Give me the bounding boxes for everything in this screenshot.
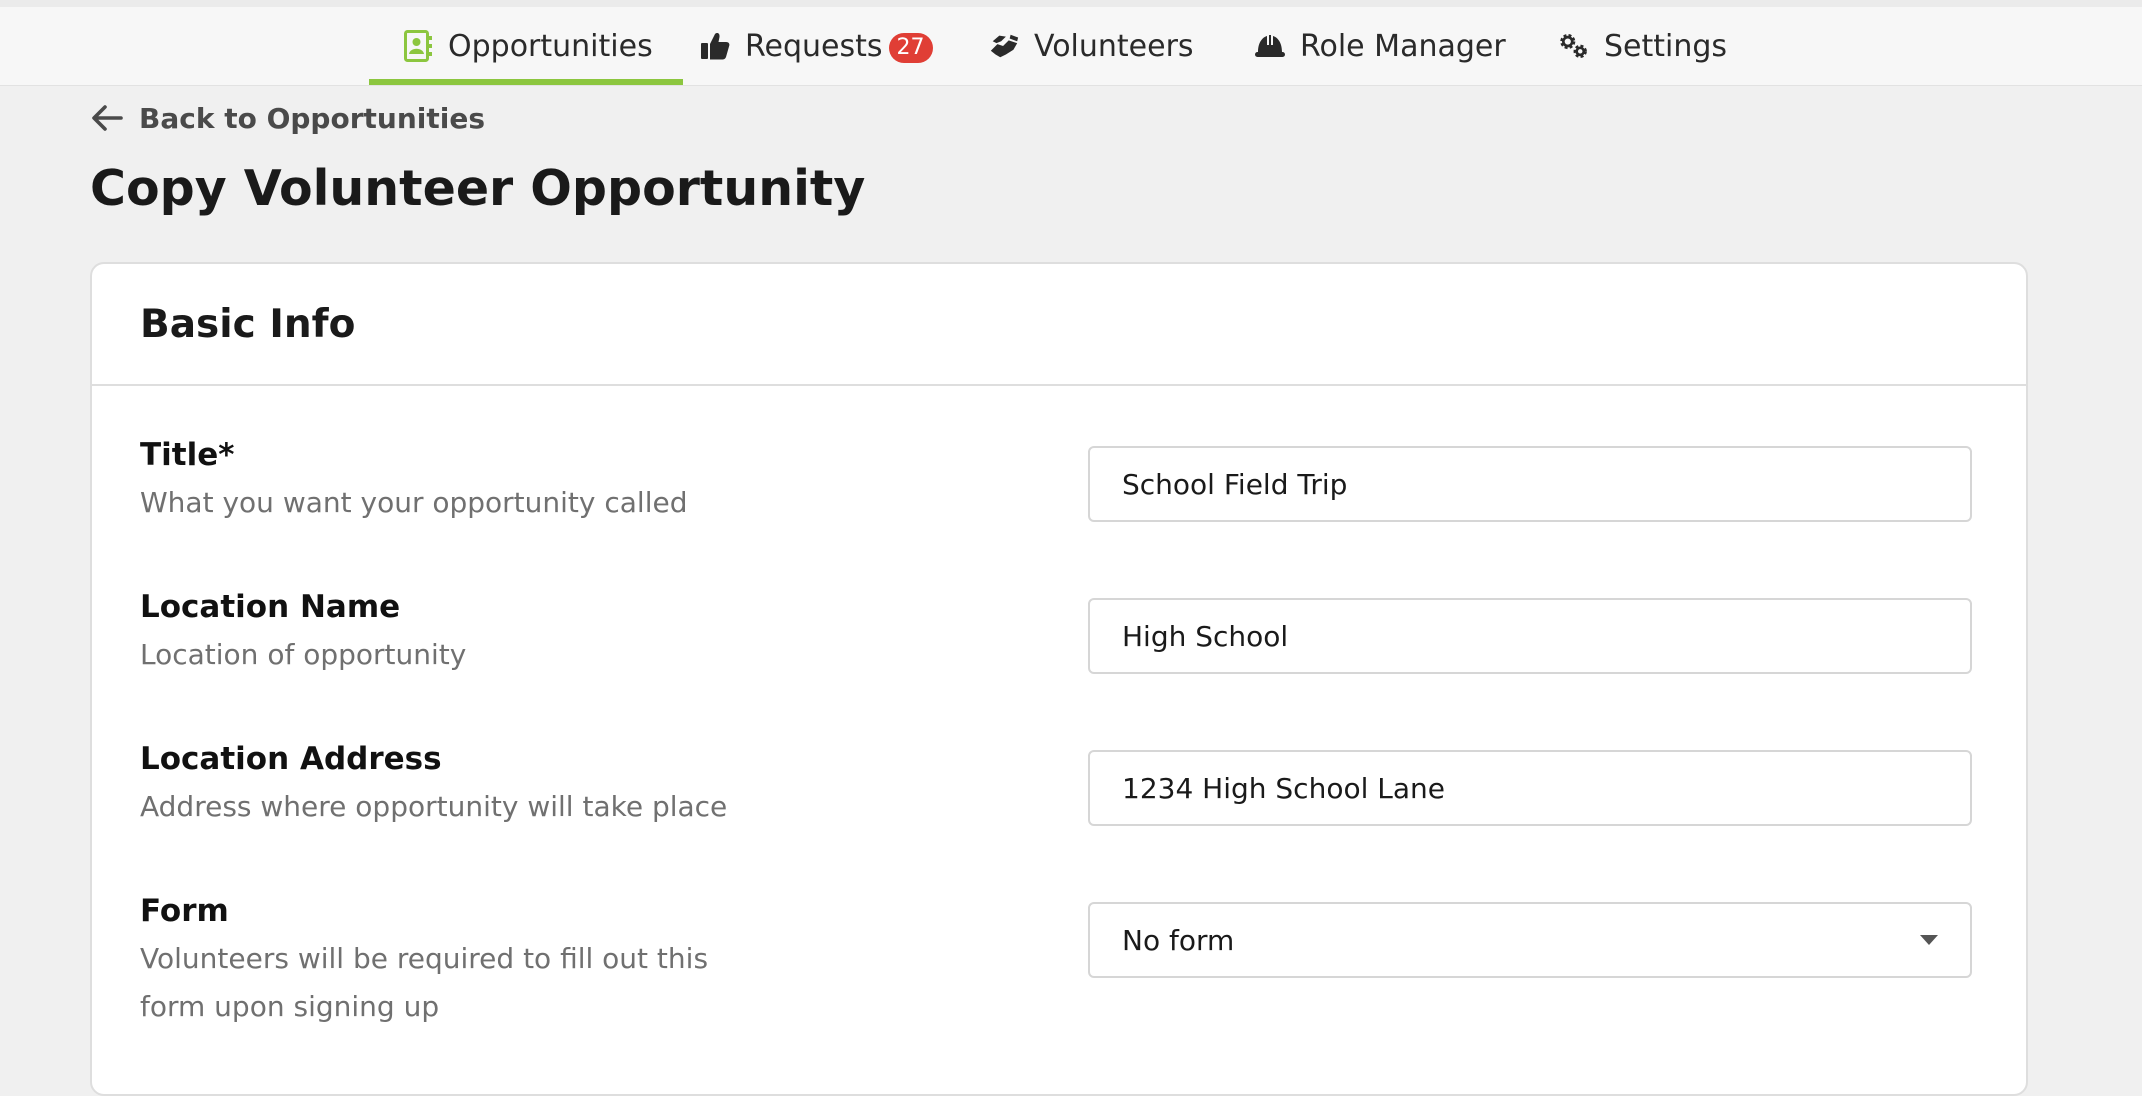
tab-opportunities[interactable]: Opportunities <box>369 7 683 85</box>
arrow-left-icon <box>91 104 123 132</box>
location-address-label: Location Address <box>140 741 442 777</box>
top-nav: Opportunities Requests 27 Volunteers Rol… <box>0 7 2142 86</box>
tab-label: Settings <box>1604 28 1728 64</box>
tab-label: Role Manager <box>1300 28 1506 64</box>
top-strip <box>0 0 2142 7</box>
title-input[interactable] <box>1088 446 1972 522</box>
tab-label: Opportunities <box>448 28 653 64</box>
thumbs-up-icon <box>699 29 731 63</box>
tab-label: Volunteers <box>1034 28 1194 64</box>
card-title: Basic Info <box>140 302 356 347</box>
location-address-input[interactable] <box>1088 750 1972 826</box>
title-help: What you want your opportunity called <box>140 486 688 519</box>
back-to-opportunities-link[interactable]: Back to Opportunities <box>91 98 485 138</box>
form-help: Volunteers will be required to fill out … <box>140 942 709 1023</box>
tab-volunteers[interactable]: Volunteers <box>988 7 1194 85</box>
tab-role-manager[interactable]: Role Manager <box>1254 7 1506 85</box>
location-name-input[interactable] <box>1088 598 1972 674</box>
form-label: Form <box>140 893 229 929</box>
page-title: Copy Volunteer Opportunity <box>90 160 866 217</box>
handshake-icon <box>988 29 1020 63</box>
tab-requests[interactable]: Requests 27 <box>699 7 933 85</box>
back-link-label: Back to Opportunities <box>139 101 485 135</box>
form-select[interactable]: No form <box>1088 902 1972 978</box>
tab-label: Requests <box>745 28 883 64</box>
form-select-value: No form <box>1122 923 1235 957</box>
tab-settings[interactable]: Settings <box>1558 7 1727 85</box>
location-name-help: Location of opportunity <box>140 638 467 671</box>
basic-info-card: Basic Info Title* What you want your opp… <box>90 262 2028 1096</box>
caret-down-icon <box>1920 935 1938 945</box>
requests-count-badge: 27 <box>888 33 933 63</box>
location-address-help: Address where opportunity will take plac… <box>140 790 728 823</box>
gears-icon <box>1558 29 1590 63</box>
title-label: Title* <box>140 437 235 473</box>
contact-card-icon <box>402 29 434 63</box>
card-header: Basic Info <box>92 264 2026 386</box>
location-name-label: Location Name <box>140 589 401 625</box>
hard-hat-icon <box>1254 29 1286 63</box>
